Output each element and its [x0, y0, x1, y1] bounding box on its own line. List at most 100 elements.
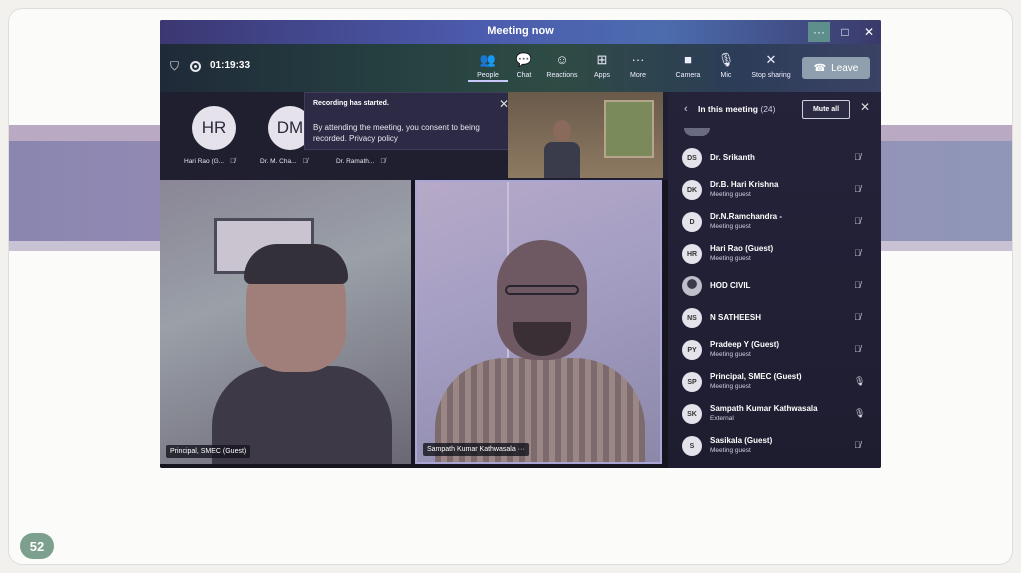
more-options-button[interactable]: ···: [808, 22, 830, 42]
stop-sharing-button[interactable]: ✕ Stop sharing: [748, 48, 794, 88]
more-button-label: More: [630, 72, 646, 79]
participant-row[interactable]: DK Dr.B. Hari Krishna Meeting guest 🎙̸: [668, 174, 881, 204]
people-panel-header: ‹ In this meeting (24) Mute all ✕: [668, 92, 881, 128]
apps-button[interactable]: ⊞ Apps: [582, 48, 622, 88]
mic-off-icon: 🎙̸: [854, 440, 861, 450]
mic-button-label: Mic: [720, 72, 732, 79]
participant-role: Meeting guest: [710, 383, 751, 390]
background-poster: [604, 100, 654, 158]
participant-row[interactable]: PY Pradeep Y (Guest) Meeting guest 🎙̸: [668, 334, 881, 364]
close-window-button[interactable]: ✕: [858, 22, 880, 42]
participant-row[interactable]: S Sasikala (Guest) Meeting guest 🎙̸: [668, 430, 881, 460]
slide-page-number: 52: [20, 533, 54, 559]
participant-row[interactable]: HR Hari Rao (Guest) Meeting guest 🎙̸: [668, 238, 881, 268]
video-tile-active-speaker[interactable]: Sampath Kumar Kathwasala ···: [415, 180, 662, 464]
mic-button[interactable]: 🎙 Mic: [706, 48, 746, 88]
chat-icon: 💬: [515, 52, 533, 67]
notification-title: Recording has started.: [313, 100, 389, 107]
participant-avatar-label: Dr. M. Cha... 🎙̸: [260, 158, 308, 165]
video-tile[interactable]: Principal, SMEC (Guest): [160, 180, 411, 464]
video-person-hair: [244, 244, 348, 284]
participant-row[interactable]: D Dr.N.Ramchandra - Meeting guest 🎙̸: [668, 206, 881, 236]
leave-button[interactable]: ☎ Leave: [802, 57, 870, 79]
participant-role: Meeting guest: [710, 255, 751, 262]
stop-sharing-button-label: Stop sharing: [751, 72, 791, 79]
leave-button-label: Leave: [831, 62, 859, 74]
camera-button[interactable]: ■ Camera: [668, 48, 708, 88]
participant-avatar: D: [682, 212, 702, 232]
participant-name: Principal, SMEC (Guest): [710, 372, 802, 381]
participant-row[interactable]: SP Principal, SMEC (Guest) Meeting guest…: [668, 366, 881, 396]
apps-button-label: Apps: [594, 72, 610, 79]
more-icon: ···: [631, 52, 645, 67]
participant-name: Dr.N.Ramchandra -: [710, 212, 783, 221]
video-person-glasses: [505, 285, 579, 295]
participant-photo-avatar: [682, 276, 702, 296]
participant-row[interactable]: NS N SATHEESH 🎙̸: [668, 302, 881, 332]
chat-button[interactable]: 💬 Chat: [504, 48, 544, 88]
teams-meeting-window: Meeting now ··· □ ✕ ⛉ 01:19:33 👥 People …: [160, 20, 881, 468]
recording-icon: [190, 61, 201, 72]
participant-row[interactable]: SK Sampath Kumar Kathwasala External 🎙: [668, 398, 881, 428]
people-panel: ‹ In this meeting (24) Mute all ✕ DS Dr.…: [668, 92, 881, 468]
participant-name: Sasikala (Guest): [710, 436, 773, 445]
participant-name: N SATHEESH: [710, 313, 761, 322]
avatar-row: HR Hari Rao (G... 🎙̸ DM Dr. M. Cha... 🎙̸ D…: [160, 92, 668, 180]
mic-off-icon: 🎙̸: [302, 158, 308, 165]
window-title: Meeting now: [487, 25, 554, 37]
mute-all-button[interactable]: Mute all: [802, 100, 850, 119]
participant-name: Dr.B. Hari Krishna: [710, 180, 779, 189]
mic-on-icon: 🎙: [854, 408, 866, 418]
participant-name: Dr. Srikanth: [710, 153, 755, 162]
mic-off-icon: 🎙̸: [854, 184, 861, 194]
participant-row[interactable]: HOD CIVIL 🎙̸: [668, 270, 881, 300]
list-scroll-indicator: [684, 128, 710, 136]
reactions-button-label: Reactions: [546, 72, 578, 79]
chevron-left-icon[interactable]: ‹: [684, 103, 688, 115]
participant-name: Sampath Kumar Kathwasala: [710, 404, 818, 413]
title-bar: Meeting now ··· □ ✕: [160, 20, 881, 44]
maximize-button[interactable]: □: [834, 22, 856, 42]
participant-role: Meeting guest: [710, 447, 751, 454]
mic-on-icon: 🎙: [854, 376, 866, 386]
reactions-button[interactable]: ☺ Reactions: [542, 48, 582, 88]
mic-off-icon: 🎙̸: [380, 158, 386, 165]
close-panel-icon[interactable]: ✕: [860, 100, 870, 114]
recording-notification: Recording has started. By attending the …: [304, 92, 518, 150]
participant-name: Pradeep Y (Guest): [710, 340, 780, 349]
participant-role: Meeting guest: [710, 351, 751, 358]
more-button[interactable]: ··· More: [618, 48, 658, 88]
mic-off-icon: 🎙̸: [854, 312, 861, 322]
people-icon: 👥: [479, 52, 497, 67]
participant-avatar: PY: [682, 340, 702, 360]
microphone-icon: 🎙: [717, 52, 735, 67]
participant-avatar-hr[interactable]: HR: [192, 106, 236, 150]
chat-button-label: Chat: [516, 72, 532, 79]
participant-avatar: DK: [682, 180, 702, 200]
people-button[interactable]: 👥 People: [468, 48, 508, 88]
reactions-icon: ☺: [555, 52, 569, 67]
video-tile-name: Sampath Kumar Kathwasala ···: [423, 443, 529, 456]
meeting-toolbar: ⛉ 01:19:33 👥 People 💬 Chat ☺ Reactions ⊞…: [160, 44, 881, 92]
participant-name: Hari Rao (Guest): [710, 244, 774, 253]
participant-avatar: DS: [682, 148, 702, 168]
participant-avatar-label: Dr. Ramath... 🎙̸: [336, 158, 386, 165]
mic-off-icon: 🎙̸: [854, 280, 861, 290]
participant-role: Meeting guest: [710, 191, 751, 198]
mic-off-icon: 🎙̸: [854, 248, 861, 258]
participant-avatar-label: Hari Rao (G... 🎙̸: [184, 158, 236, 165]
participant-avatar: NS: [682, 308, 702, 328]
video-person: [544, 120, 580, 178]
participant-role: External: [710, 415, 734, 422]
mic-off-icon: 🎙̸: [854, 216, 861, 226]
phone-hangup-icon: ☎: [813, 62, 827, 74]
participant-name: HOD CIVIL: [710, 281, 751, 290]
mic-off-icon: 🎙̸: [854, 344, 861, 354]
shared-video-thumbnail[interactable]: [508, 92, 663, 178]
notification-body: By attending the meeting, you consent to…: [313, 123, 480, 143]
participant-avatar: SP: [682, 372, 702, 392]
camera-icon: ■: [684, 52, 692, 67]
apps-icon: ⊞: [596, 52, 608, 67]
participant-row[interactable]: DS Dr. Srikanth 🎙̸: [668, 142, 881, 172]
people-panel-title: In this meeting (24): [698, 104, 776, 114]
